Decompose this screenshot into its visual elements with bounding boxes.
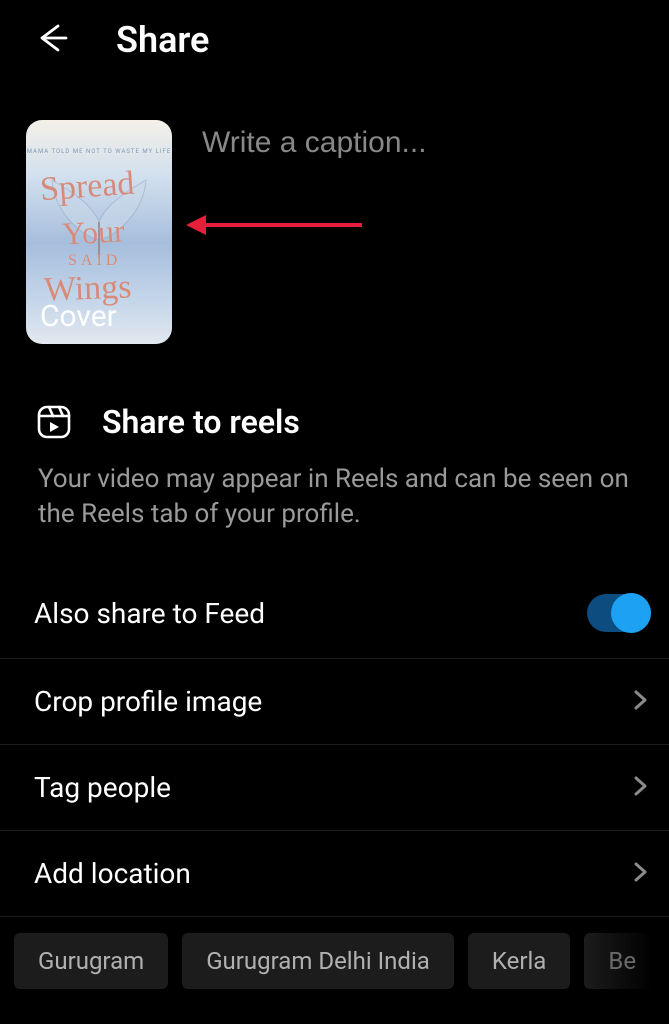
add-location-label: Add location xyxy=(34,857,191,890)
chevron-right-icon xyxy=(629,771,651,804)
location-chip[interactable]: Gurugram xyxy=(14,933,168,989)
share-to-feed-label: Also share to Feed xyxy=(34,597,265,630)
caption-section: MAMA TOLD ME NOT TO WASTE MY LIFE Spread… xyxy=(0,80,669,364)
cover-said: SAID xyxy=(68,252,121,270)
header: Share xyxy=(0,0,669,80)
reels-icon xyxy=(34,402,74,442)
annotation-arrow-icon xyxy=(184,210,364,244)
caption-input[interactable] xyxy=(202,120,649,160)
add-location-row[interactable]: Add location xyxy=(0,831,669,917)
page-title: Share xyxy=(116,19,209,61)
cover-thumbnail[interactable]: MAMA TOLD ME NOT TO WASTE MY LIFE Spread… xyxy=(26,120,172,344)
toggle-knob xyxy=(611,593,651,633)
location-chip[interactable]: Gurugram Delhi India xyxy=(182,933,454,989)
share-to-feed-row[interactable]: Also share to Feed xyxy=(0,568,669,659)
cover-tiny-text: MAMA TOLD ME NOT TO WASTE MY LIFE xyxy=(26,148,172,155)
reels-header: Share to reels xyxy=(34,402,649,442)
cover-script-2: Your xyxy=(61,212,125,252)
location-chips[interactable]: Gurugram Gurugram Delhi India Kerla Be xyxy=(0,917,669,989)
reels-section: Share to reels Your video may appear in … xyxy=(0,402,669,532)
reels-description: Your video may appear in Reels and can b… xyxy=(34,462,649,532)
crop-profile-image-label: Crop profile image xyxy=(34,685,262,718)
cover-label: Cover xyxy=(40,299,117,334)
share-to-feed-toggle[interactable] xyxy=(587,594,651,632)
back-arrow-icon xyxy=(30,18,70,62)
tag-people-label: Tag people xyxy=(34,771,171,804)
chevron-right-icon xyxy=(629,685,651,718)
location-chip[interactable]: Kerla xyxy=(468,933,571,989)
cover-script-1: Spread xyxy=(39,165,136,209)
tag-people-row[interactable]: Tag people xyxy=(0,745,669,831)
reels-title: Share to reels xyxy=(102,403,300,441)
back-button[interactable] xyxy=(28,18,72,62)
chevron-right-icon xyxy=(629,857,651,890)
crop-profile-image-row[interactable]: Crop profile image xyxy=(0,659,669,745)
location-chip[interactable]: Be xyxy=(584,933,660,989)
